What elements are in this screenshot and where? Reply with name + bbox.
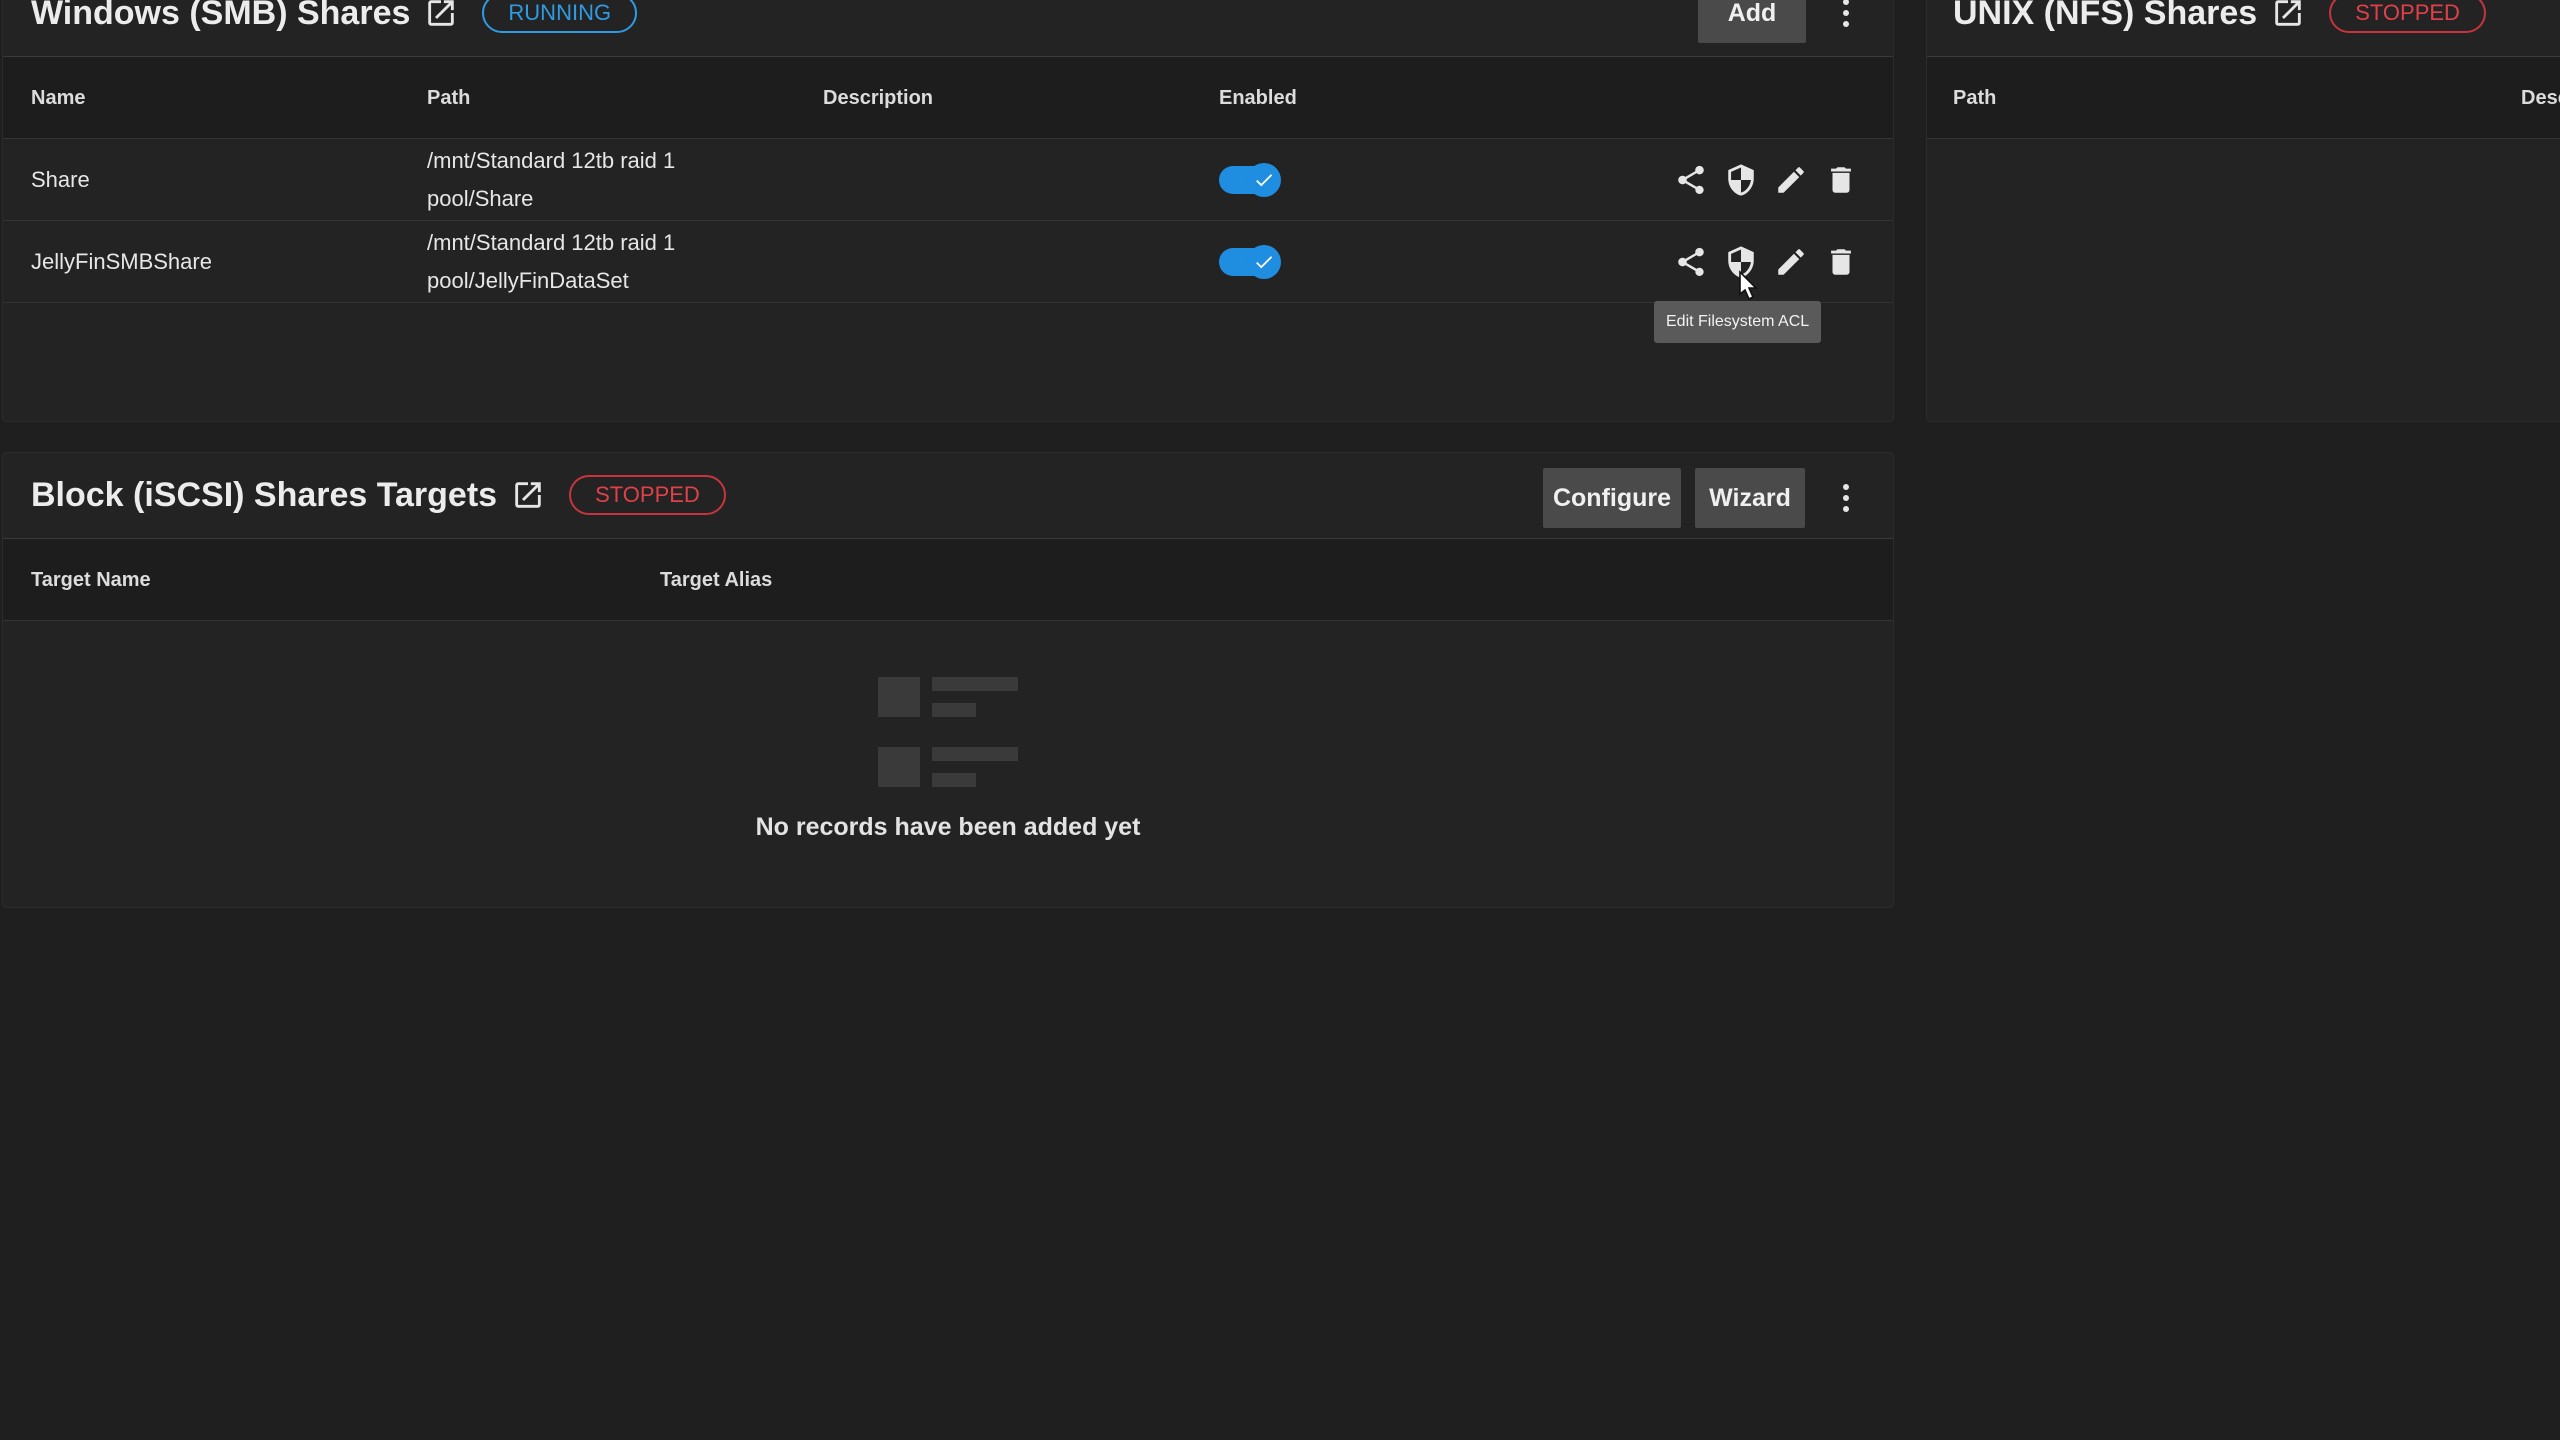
iscsi-title-group: Block (iSCSI) Shares Targets STOPPED — [31, 467, 726, 523]
column-header-target-alias[interactable]: Target Alias — [660, 539, 772, 621]
open-in-new-icon[interactable] — [511, 478, 545, 512]
smb-table-header: Name Path Description Enabled — [3, 57, 1893, 139]
delete-icon[interactable] — [1821, 242, 1861, 282]
table-placeholder-icon — [876, 675, 1020, 793]
smb-card-header: Windows (SMB) Shares RUNNING Add — [3, 0, 1893, 57]
more-vert-icon[interactable] — [1836, 468, 1856, 528]
share-name: Share — [31, 167, 90, 192]
configure-button[interactable]: Configure — [1543, 468, 1681, 528]
iscsi-card-header: Block (iSCSI) Shares Targets STOPPED Con… — [3, 453, 1893, 539]
column-header-target-name[interactable]: Target Name — [31, 539, 151, 621]
share-path-line1: /mnt/Standard 12tb raid 1 — [427, 148, 676, 173]
share-icon[interactable] — [1671, 160, 1711, 200]
iscsi-card-title: Block (iSCSI) Shares Targets — [31, 475, 498, 514]
share-path: /mnt/Standard 12tb raid 1 pool/JellyFinD… — [427, 221, 675, 303]
delete-icon[interactable] — [1821, 160, 1861, 200]
smb-card-title: Windows (SMB) Shares — [31, 0, 411, 32]
share-path-line2: pool/JellyFinDataSet — [427, 268, 629, 293]
share-path: /mnt/Standard 12tb raid 1 pool/Share — [427, 139, 675, 221]
enabled-toggle[interactable] — [1219, 245, 1281, 279]
share-icon[interactable] — [1671, 242, 1711, 282]
mouse-pointer-icon — [1734, 270, 1760, 306]
nfs-card-header: UNIX (NFS) Shares STOPPED — [1927, 0, 2560, 57]
nfs-shares-card: UNIX (NFS) Shares STOPPED Path Desc — [1926, 0, 2560, 422]
smb-shares-card: Windows (SMB) Shares RUNNING Add Name Pa… — [2, 0, 1894, 422]
share-path-line2: pool/Share — [427, 186, 534, 211]
iscsi-status-badge: STOPPED — [569, 475, 726, 515]
empty-state-message: No records have been added yet — [755, 813, 1141, 841]
nfs-status-badge: STOPPED — [2329, 0, 2486, 33]
table-row: JellyFinSMBShare /mnt/Standard 12tb raid… — [3, 221, 1893, 303]
nfs-card-title: UNIX (NFS) Shares — [1953, 0, 2258, 32]
security-icon[interactable] — [1721, 160, 1761, 200]
column-header-name[interactable]: Name — [31, 57, 85, 139]
nfs-title-group: UNIX (NFS) Shares STOPPED — [1953, 0, 2486, 41]
check-icon — [1247, 245, 1281, 279]
edit-icon[interactable] — [1771, 242, 1811, 282]
more-vert-icon[interactable] — [1836, 0, 1856, 43]
open-in-new-icon[interactable] — [424, 0, 458, 30]
open-in-new-icon[interactable] — [2271, 0, 2305, 30]
smb-status-badge: RUNNING — [482, 0, 638, 33]
column-header-description[interactable]: Description — [823, 57, 933, 139]
column-header-description[interactable]: Desc — [2521, 57, 2560, 139]
column-header-path[interactable]: Path — [427, 57, 470, 139]
column-header-enabled[interactable]: Enabled — [1219, 57, 1297, 139]
tooltip: Edit Filesystem ACL — [1654, 301, 1822, 343]
table-row: Share /mnt/Standard 12tb raid 1 pool/Sha… — [3, 139, 1893, 221]
share-path-line1: /mnt/Standard 12tb raid 1 — [427, 230, 676, 255]
add-button[interactable]: Add — [1698, 0, 1806, 43]
column-header-path[interactable]: Path — [1953, 57, 1996, 139]
edit-icon[interactable] — [1771, 160, 1811, 200]
nfs-table-header: Path Desc — [1927, 57, 2560, 139]
wizard-button[interactable]: Wizard — [1695, 468, 1805, 528]
enabled-toggle[interactable] — [1219, 163, 1281, 197]
iscsi-table-header: Target Name Target Alias — [3, 539, 1893, 621]
share-name: JellyFinSMBShare — [31, 249, 212, 274]
check-icon — [1247, 163, 1281, 197]
smb-title-group: Windows (SMB) Shares RUNNING — [31, 0, 638, 41]
